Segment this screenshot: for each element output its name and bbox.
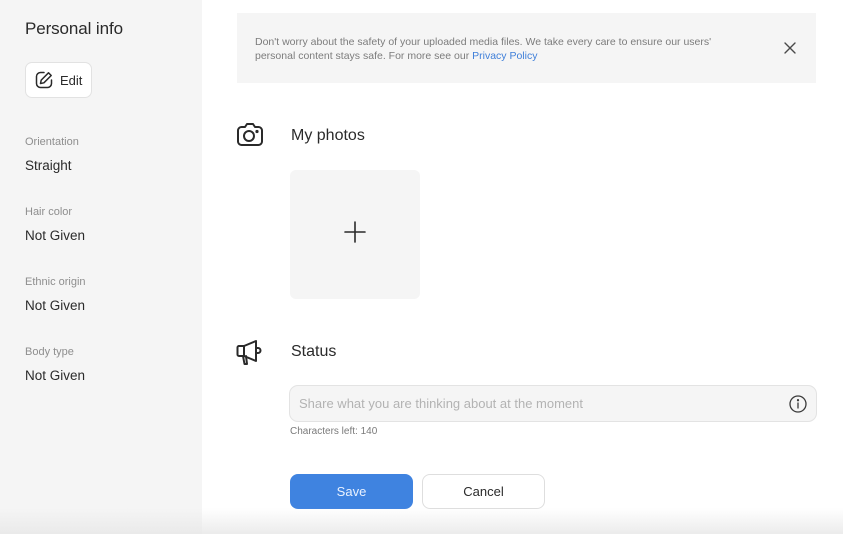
field-label: Orientation bbox=[25, 136, 79, 148]
my-photos-title: My photos bbox=[291, 127, 365, 144]
sidebar-title: Personal info bbox=[25, 19, 123, 38]
personal-info-sidebar: Personal info Edit Orientation Straight … bbox=[0, 0, 202, 534]
field-value: Not Given bbox=[25, 368, 86, 383]
privacy-policy-link[interactable]: Privacy Policy bbox=[472, 50, 537, 62]
save-button[interactable]: Save bbox=[290, 474, 413, 509]
field-hair-color: Hair color Not Given bbox=[25, 206, 85, 243]
status-title: Status bbox=[291, 343, 337, 360]
field-value: Straight bbox=[25, 158, 72, 173]
close-icon[interactable] bbox=[783, 41, 797, 55]
edit-button-label: Edit bbox=[60, 72, 83, 88]
field-label: Body type bbox=[25, 346, 74, 358]
edit-button[interactable]: Edit bbox=[25, 62, 92, 98]
field-ethnic-origin: Ethnic origin Not Given bbox=[25, 276, 86, 313]
plus-icon bbox=[344, 221, 366, 248]
field-value: Not Given bbox=[25, 228, 86, 243]
edit-pencil-icon bbox=[34, 70, 54, 90]
status-input[interactable] bbox=[289, 385, 817, 422]
camera-icon bbox=[236, 122, 264, 153]
banner-text: Don't worry about the safety of your upl… bbox=[255, 36, 745, 63]
field-label: Ethnic origin bbox=[25, 276, 86, 288]
characters-left-counter: Characters left: 140 bbox=[290, 426, 378, 437]
add-photo-button[interactable] bbox=[290, 170, 420, 299]
field-orientation: Orientation Straight bbox=[25, 136, 79, 173]
field-value: Not Given bbox=[25, 298, 86, 313]
info-icon[interactable] bbox=[789, 395, 807, 418]
privacy-banner: Don't worry about the safety of your upl… bbox=[237, 13, 816, 83]
cancel-button[interactable]: Cancel bbox=[422, 474, 545, 509]
megaphone-icon bbox=[236, 339, 266, 372]
field-body-type: Body type Not Given bbox=[25, 346, 85, 383]
field-label: Hair color bbox=[25, 206, 73, 218]
